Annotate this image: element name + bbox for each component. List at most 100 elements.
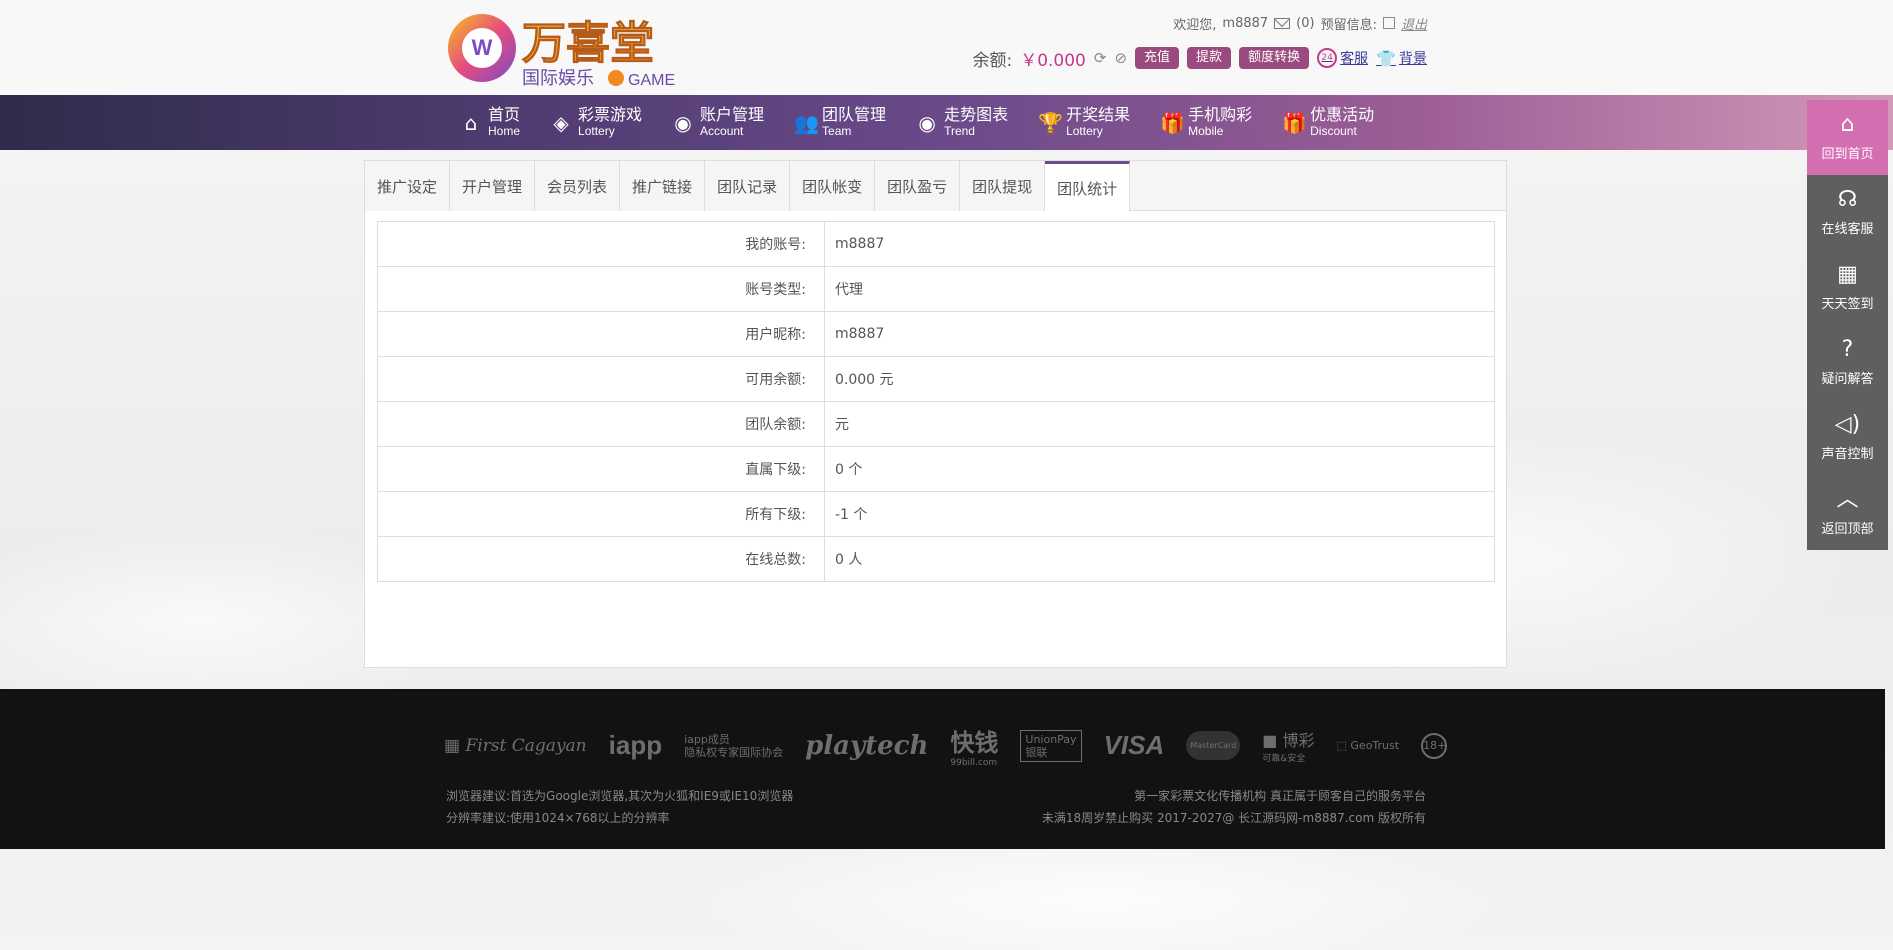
footer: ▦ First Cagayan iapp iapp成员 隐私权专家国际协会 pla… — [0, 689, 1885, 849]
row-value: 代理 — [824, 266, 1495, 312]
nav-item-trend[interactable]: ◉ 走势图表 Trend — [916, 95, 1008, 150]
top-header: W 万喜堂 国际娱乐 GAME 欢迎您, m8887 (0) 预留信息: 退出 … — [0, 0, 1893, 95]
gift-icon: 🎁 — [1282, 110, 1308, 135]
mail-icon[interactable] — [1274, 17, 1291, 29]
row-value: -1 个 — [824, 491, 1495, 537]
nav-item-lottery[interactable]: ◈ 彩票游戏 Lottery — [550, 95, 642, 150]
nav-label-zh: 彩票游戏 — [578, 104, 643, 124]
row-key: 直属下级: — [377, 446, 825, 492]
team-stats-table: 我的账号: m8887 账号类型: 代理 用户昵称: m8887 可用余额: 0.00… — [377, 221, 1495, 582]
row-key: 团队余额: — [377, 401, 825, 447]
tab-5[interactable]: 团队记录 — [705, 161, 791, 211]
logout-link[interactable]: 退出 — [1401, 14, 1427, 33]
calendar-icon: ▦ — [1837, 262, 1858, 287]
right-floating-sidebar: ⌂ 回到首页 ☊ 在线客服 ▦ 天天签到? 疑问解答 ◁) 声音控制 ︿ 返回顶部 — [1807, 100, 1888, 550]
bocai-logo: ■ 博彩 可靠&安全 — [1262, 731, 1315, 764]
brand-logo[interactable]: W 万喜堂 国际娱乐 GAME — [444, 6, 684, 90]
username: m8887 — [1222, 15, 1269, 31]
nav-item-team[interactable]: 👥 团队管理 Team — [794, 95, 886, 150]
question-icon: ? — [1841, 337, 1854, 362]
nav-label-en: Team — [822, 123, 852, 138]
nav-item-discount[interactable]: 🎁 优惠活动 Discount — [1282, 95, 1374, 150]
partner-logos: ▦ First Cagayan iapp iapp成员 隐私权专家国际协会 pla… — [444, 723, 1448, 768]
tab-bar: 推广设定 开户管理 会员列表 推广链接 团队记录 团队帐变 团队盈亏 团队提现 团队统计 — [365, 161, 1506, 212]
nav-item-lottery[interactable]: 🏆 开奖结果 Lottery — [1038, 95, 1130, 150]
geotrust-logo: ⬚ GeoTrust — [1336, 739, 1400, 752]
visa-logo: VISA — [1103, 730, 1165, 760]
recharge-button[interactable]: 充值 — [1135, 47, 1180, 69]
iapp-logo: iapp — [608, 730, 663, 760]
sidebar-item-home[interactable]: ⌂ 回到首页 — [1807, 100, 1888, 175]
refresh-icon[interactable]: ⟳ — [1094, 49, 1107, 67]
first-cagayan-logo: ▦ First Cagayan — [444, 735, 587, 756]
sidebar-item-question[interactable]: ? 疑问解答 — [1807, 325, 1888, 400]
tab-9[interactable]: 团队统计 — [1045, 161, 1131, 212]
kuaiqian-logo: 快钱 99bill.com — [950, 729, 999, 768]
row-key: 所有下级: — [377, 491, 825, 537]
tab-3[interactable]: 会员列表 — [535, 161, 621, 211]
age-18-icon: 18+ — [1421, 732, 1448, 759]
tab-4[interactable]: 推广链接 — [620, 161, 706, 211]
balance-value: ￥0.000 — [1020, 50, 1086, 71]
copyright-line: 未满18周岁禁止购买 2017-2027@ 长江源码网-m8887.com 版权… — [1041, 811, 1426, 825]
hide-eye-icon[interactable]: ⊘ — [1114, 49, 1127, 67]
headset-icon: ☊ — [1837, 187, 1858, 212]
row-key: 可用余额: — [377, 356, 825, 402]
table-row: 所有下级: -1 个 — [377, 491, 1495, 537]
transfer-button[interactable]: 额度转换 — [1239, 47, 1310, 69]
row-value: 0 人 — [824, 536, 1495, 582]
sidebar-item-calendar[interactable]: ▦ 天天签到 — [1807, 250, 1888, 325]
withdraw-button[interactable]: 提款 — [1187, 47, 1232, 69]
nav-label-en: Lottery — [1066, 123, 1103, 138]
arrow-up-icon: ︿ — [1836, 487, 1859, 512]
nav-label-zh: 走势图表 — [944, 104, 1009, 124]
nav-label-zh: 首页 — [488, 104, 521, 124]
team-stats-panel: 推广设定 开户管理 会员列表 推广链接 团队记录 团队帐变 团队盈亏 团队提现 团队统计 我的账… — [364, 160, 1507, 668]
slogan-line: 第一家彩票文化传播机构 真正属于顾客自己的服务平台 — [1134, 789, 1426, 803]
playtech-logo: playtech — [805, 730, 929, 761]
main-nav: ⌂ 首页 Home ◈ 彩票游戏 Lottery ◉ 账户管理 Account 👥 团… — [0, 95, 1893, 150]
customer-service-link[interactable]: 24 客服 — [1317, 48, 1368, 68]
nav-item-home[interactable]: ⌂ 首页 Home — [460, 95, 520, 150]
table-row: 账号类型: 代理 — [377, 266, 1495, 312]
brand-game: GAME — [628, 72, 675, 89]
sidebar-item-label: 在线客服 — [1821, 222, 1874, 237]
browser-advice-line2: 分辨率建议:使用1024×768以上的分辨率 — [446, 811, 670, 825]
row-value: 0 个 — [824, 446, 1495, 492]
row-value: m8887 — [824, 221, 1495, 267]
sidebar-item-arrow-up[interactable]: ︿ 返回顶部 — [1807, 475, 1888, 550]
shirt-icon: 👕 — [1376, 48, 1396, 68]
tab-8[interactable]: 团队提现 — [960, 161, 1046, 211]
user-bar: 欢迎您, m8887 (0) 预留信息: 退出 余额: ￥0.000 ⟳ ⊘ 充… — [972, 14, 1427, 71]
mail-count[interactable]: (0) — [1296, 16, 1314, 31]
background-label: 背景 — [1399, 51, 1427, 67]
nav-label-en: Trend — [944, 123, 975, 138]
nav-item-account[interactable]: ◉ 账户管理 Account — [672, 95, 764, 150]
account-icon: ◉ — [674, 110, 692, 135]
ticket-icon: ◈ — [553, 110, 569, 135]
tab-6[interactable]: 团队帐变 — [790, 161, 876, 211]
unionpay-logo: UnionPay 银联 — [1020, 729, 1082, 762]
table-row: 在线总数: 0 人 — [377, 536, 1495, 582]
row-key: 用户昵称: — [377, 311, 825, 357]
tab-2[interactable]: 开户管理 — [450, 161, 536, 211]
row-value: m8887 — [824, 311, 1495, 357]
copyright: 第一家彩票文化传播机构 真正属于顾客自己的服务平台 未满18周岁禁止购买 201… — [1042, 785, 1426, 829]
edit-icon[interactable] — [1382, 17, 1395, 29]
nav-item-mobile[interactable]: 🎁 手机购彩 Mobile — [1160, 95, 1252, 150]
nav-label-zh: 开奖结果 — [1066, 104, 1131, 124]
trend-icon: ◉ — [918, 110, 936, 135]
trophy-icon: 🏆 — [1038, 110, 1063, 135]
sidebar-item-speaker[interactable]: ◁) 声音控制 — [1807, 400, 1888, 475]
row-key: 账号类型: — [377, 266, 825, 312]
tab-7[interactable]: 团队盈亏 — [875, 161, 961, 211]
iapp-desc: iapp成员 隐私权专家国际协会 — [684, 732, 784, 759]
sidebar-item-label: 疑问解答 — [1821, 372, 1874, 387]
sidebar-item-headset[interactable]: ☊ 在线客服 — [1807, 175, 1888, 250]
tab-1[interactable]: 推广设定 — [365, 161, 451, 211]
welcome-text: 欢迎您, — [1173, 17, 1217, 33]
nav-label-en: Discount — [1310, 123, 1357, 138]
nav-label-zh: 手机购彩 — [1188, 104, 1253, 124]
nav-label-en: Account — [700, 123, 744, 138]
background-link[interactable]: 👕 背景 — [1376, 48, 1427, 68]
